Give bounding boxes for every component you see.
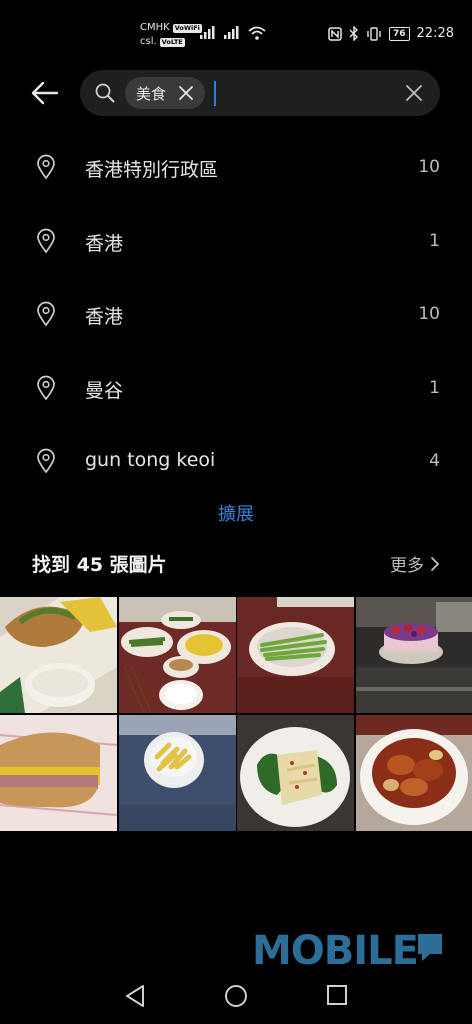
location-item[interactable]: 香港 10	[0, 278, 472, 352]
more-label: 更多	[390, 556, 424, 576]
chevron-right-icon	[431, 556, 439, 571]
bluetooth-icon	[349, 26, 358, 41]
location-pin-icon	[37, 375, 55, 400]
location-item[interactable]: 香港特別行政區 10	[0, 131, 472, 205]
carrier-1-name: CMHK	[140, 22, 170, 33]
expand-button[interactable]: 擴展	[0, 500, 472, 526]
system-status: 76 22:28	[328, 26, 454, 41]
photo-thumbnail[interactable]	[0, 715, 117, 831]
clock: 22:28	[416, 26, 454, 41]
photo-thumbnail[interactable]	[355, 597, 472, 713]
vibrate-icon	[367, 26, 381, 41]
photo-thumbnail[interactable]	[237, 715, 354, 831]
photo-thumbnail[interactable]	[355, 715, 472, 831]
back-button[interactable]	[30, 79, 62, 107]
signal-icons	[200, 26, 266, 40]
food-photo	[118, 715, 236, 831]
location-name: 香港特別行政區	[85, 159, 219, 181]
close-icon[interactable]	[178, 85, 194, 101]
food-photo	[237, 715, 354, 831]
nav-recents-icon[interactable]	[326, 984, 348, 1006]
location-name: 香港	[85, 306, 124, 328]
nav-back-icon[interactable]	[124, 984, 146, 1008]
location-name: gun tong keoi	[85, 449, 216, 471]
location-count: 1	[429, 377, 440, 398]
location-count: 4	[429, 451, 440, 471]
signal-icon	[200, 26, 215, 39]
location-suggestion-list: 香港特別行政區 10 香港 1 香港 10 曼谷 1 gun tong keoi…	[0, 131, 472, 499]
location-pin-icon	[37, 448, 55, 474]
search-header: 美食	[0, 70, 472, 116]
results-count-title: 找到 45 張圖片	[32, 554, 167, 576]
location-name: 曼谷	[85, 379, 124, 402]
search-tag-label: 美食	[136, 84, 167, 103]
photo-thumbnail[interactable]	[118, 597, 236, 713]
photo-grid	[0, 597, 472, 831]
vowifi-badge: VoWiFi	[172, 23, 202, 33]
speech-bubble-icon	[418, 934, 442, 961]
search-tag-chip[interactable]: 美食	[125, 77, 205, 109]
nfc-icon	[328, 26, 342, 41]
food-photo	[0, 715, 117, 831]
photo-thumbnail[interactable]	[118, 715, 236, 831]
food-photo	[237, 597, 354, 713]
location-count: 10	[418, 304, 440, 324]
battery-level: 76	[389, 26, 410, 41]
search-bar[interactable]: 美食	[80, 70, 440, 116]
food-photo	[355, 715, 472, 831]
photo-thumbnail[interactable]	[0, 597, 117, 713]
location-count: 10	[418, 157, 440, 177]
volte-badge: VoLTE	[159, 37, 185, 47]
nav-home-icon[interactable]	[224, 984, 248, 1008]
location-pin-icon	[37, 154, 55, 180]
wifi-icon	[248, 26, 266, 40]
signal-icon	[224, 26, 239, 39]
carrier-info: CMHK VoWiFi csl. VoLTE	[140, 21, 202, 49]
results-header: 找到 45 張圖片 更多	[0, 548, 472, 578]
carrier-2-name: csl.	[140, 36, 157, 47]
more-button[interactable]: 更多	[390, 551, 440, 576]
food-photo	[0, 597, 117, 713]
location-pin-icon	[37, 301, 55, 327]
system-navigation-bar	[0, 968, 472, 1024]
photo-thumbnail[interactable]	[237, 597, 354, 713]
arrow-left-icon	[31, 81, 59, 105]
food-photo	[355, 597, 472, 713]
location-item[interactable]: 曼谷 1	[0, 352, 472, 426]
text-cursor	[214, 81, 216, 106]
clear-icon[interactable]	[406, 85, 422, 101]
search-icon	[95, 83, 115, 103]
food-photo	[118, 597, 236, 713]
location-name: 香港	[85, 232, 124, 255]
status-bar: CMHK VoWiFi csl. VoLTE 76 22:28	[0, 0, 472, 68]
location-count: 1	[429, 230, 440, 251]
location-item[interactable]: 香港 1	[0, 205, 472, 279]
location-item[interactable]: gun tong keoi 4	[0, 425, 472, 499]
location-pin-icon	[37, 228, 55, 253]
